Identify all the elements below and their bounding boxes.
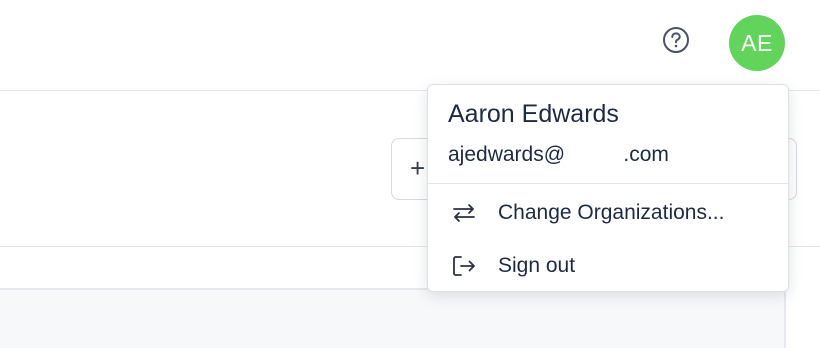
content-panel — [0, 288, 786, 348]
help-button[interactable] — [660, 26, 692, 58]
switch-arrows-icon — [450, 199, 478, 227]
sign-out-menu-item[interactable]: Sign out — [428, 242, 788, 290]
change-organizations-menu-item[interactable]: Change Organizations... — [428, 189, 788, 237]
question-circle-icon — [662, 26, 690, 59]
user-email: ajedwards@ .com — [448, 143, 669, 166]
top-bar: AE — [0, 0, 820, 91]
user-menu-dropdown: Aaron Edwards ajedwards@ .com Change Org… — [427, 84, 789, 292]
avatar[interactable]: AE — [729, 15, 785, 71]
sign-out-label: Sign out — [498, 254, 576, 277]
plus-icon: + — [410, 153, 426, 183]
sign-out-icon — [450, 252, 478, 280]
menu-divider — [428, 183, 788, 184]
user-name: Aaron Edwards — [448, 100, 619, 128]
change-organizations-label: Change Organizations... — [498, 201, 725, 224]
